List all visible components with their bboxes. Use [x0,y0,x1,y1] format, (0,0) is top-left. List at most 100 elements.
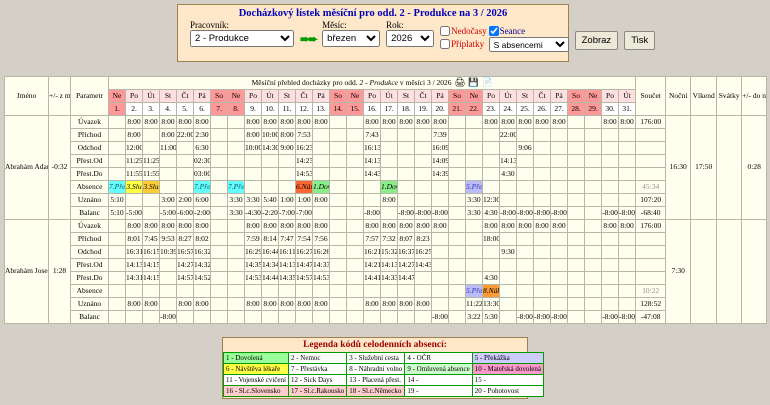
attendance-cell [228,233,245,246]
absence-cell-empty [483,181,500,194]
row-sum [636,168,666,181]
export-icon[interactable]: 📄 [482,77,493,87]
attendance-cell [432,194,449,207]
attendance-cell [313,142,330,155]
attendance-cell: -8:00 [517,311,534,324]
print-icon[interactable]: 🖨 [455,77,466,87]
attendance-cell [585,298,602,311]
legend-item: 8 - Náhradní volno [347,364,405,375]
attendance-cell [415,168,432,181]
attendance-cell [143,129,160,142]
nedocasy-checkbox[interactable] [440,26,450,36]
attendance-cell [330,246,347,259]
param-label: Absence [71,285,109,298]
legend-item: 12 - Sick Days [288,375,346,386]
day-number-header: 21. [449,103,466,116]
row-sum: 107:20 [636,194,666,207]
attendance-cell [585,272,602,285]
attendance-cell: 15:32 [381,246,398,259]
legend-item: 5 - Překážka [472,353,543,364]
param-label: Přest.Do [71,272,109,285]
day-number-header: 31. [619,103,636,116]
absence-cell-empty [364,181,381,194]
col-header-holiday: Svátky [717,77,742,116]
attendance-cell: 1:00 [279,194,296,207]
attendance-cell [160,298,177,311]
attendance-cell [347,207,364,220]
attendance-cell: 8:00 [619,220,636,233]
employee-night-sum: 16:30 [666,116,691,220]
attendance-cell [398,142,415,155]
attendance-cell [517,298,534,311]
weekday-header: So [330,90,347,103]
absence-filter-select[interactable]: S absencemi [489,37,569,52]
absence-cell-empty [330,181,347,194]
param-label: Odchod [71,246,109,259]
attendance-cell [449,155,466,168]
attendance-cell [483,155,500,168]
attendance-cell [415,129,432,142]
row-sum: 10:22 [636,285,666,298]
col-header-delta: +/- z min. [49,77,71,116]
attendance-cell: 8:00 [415,116,432,129]
attendance-cell [381,311,398,324]
weekday-header: Po [126,90,143,103]
year-select[interactable]: 2026 [386,30,434,47]
attendance-cell: 16:11 [279,246,296,259]
attendance-cell: 14:35 [279,272,296,285]
absence-cell-empty [568,181,585,194]
attendance-cell [398,194,415,207]
attendance-cell [143,142,160,155]
attendance-cell: -2:00 [194,207,211,220]
absence-cell-empty [568,285,585,298]
attendance-cell [228,272,245,285]
attendance-cell [534,259,551,272]
absence-cell-empty [500,285,517,298]
save-icon[interactable]: 💾 [468,77,479,87]
attendance-cell: 8:00 [262,220,279,233]
seance-checkbox[interactable] [489,26,499,36]
attendance-cell [211,246,228,259]
attendance-cell [500,233,517,246]
weekday-header: Čt [296,90,313,103]
attendance-cell [245,155,262,168]
attendance-cell: 8:00 [364,220,381,233]
employee-weekend-sum [691,220,717,324]
attendance-cell [313,155,330,168]
month-select[interactable]: březen [322,30,380,47]
show-button[interactable]: Zobraz [575,31,619,50]
absence-cell-empty [109,285,126,298]
priplatky-checkbox[interactable] [440,39,450,49]
attendance-cell [279,155,296,168]
attendance-cell [347,168,364,181]
attendance-cell [500,298,517,311]
attendance-cell [109,246,126,259]
attendance-cell: 14:15 [143,259,160,272]
absence-cell-empty [449,181,466,194]
attendance-cell: 10:39 [160,246,177,259]
attendance-cell: 4:30 [500,168,517,181]
attendance-cell: -8:00 [619,207,636,220]
attendance-cell [449,233,466,246]
attendance-cell: 8:00 [126,220,143,233]
attendance-cell: 02:30 [194,155,211,168]
attendance-cell: 8:07 [398,233,415,246]
attendance-cell: 16:44 [262,246,279,259]
worker-select[interactable]: 2 - Produkce [190,30,294,47]
absence-cell-empty [398,285,415,298]
attendance-cell [534,129,551,142]
attendance-cell [228,259,245,272]
attendance-cell: 3:30 [466,207,483,220]
attendance-cell: 8:00 [245,129,262,142]
print-button[interactable]: Tisk [624,31,655,50]
attendance-cell [619,194,636,207]
month-label: Měsíc: [322,20,380,30]
attendance-cell: 7:45 [143,233,160,246]
attendance-cell [177,168,194,181]
attendance-cell [619,233,636,246]
legend-item: 9 - Omluvená absence [405,364,472,375]
attendance-cell [534,194,551,207]
weekday-header: So [568,90,585,103]
legend-item: 13 - Placená přest. [347,375,405,386]
attendance-cell: 14:33 [313,259,330,272]
